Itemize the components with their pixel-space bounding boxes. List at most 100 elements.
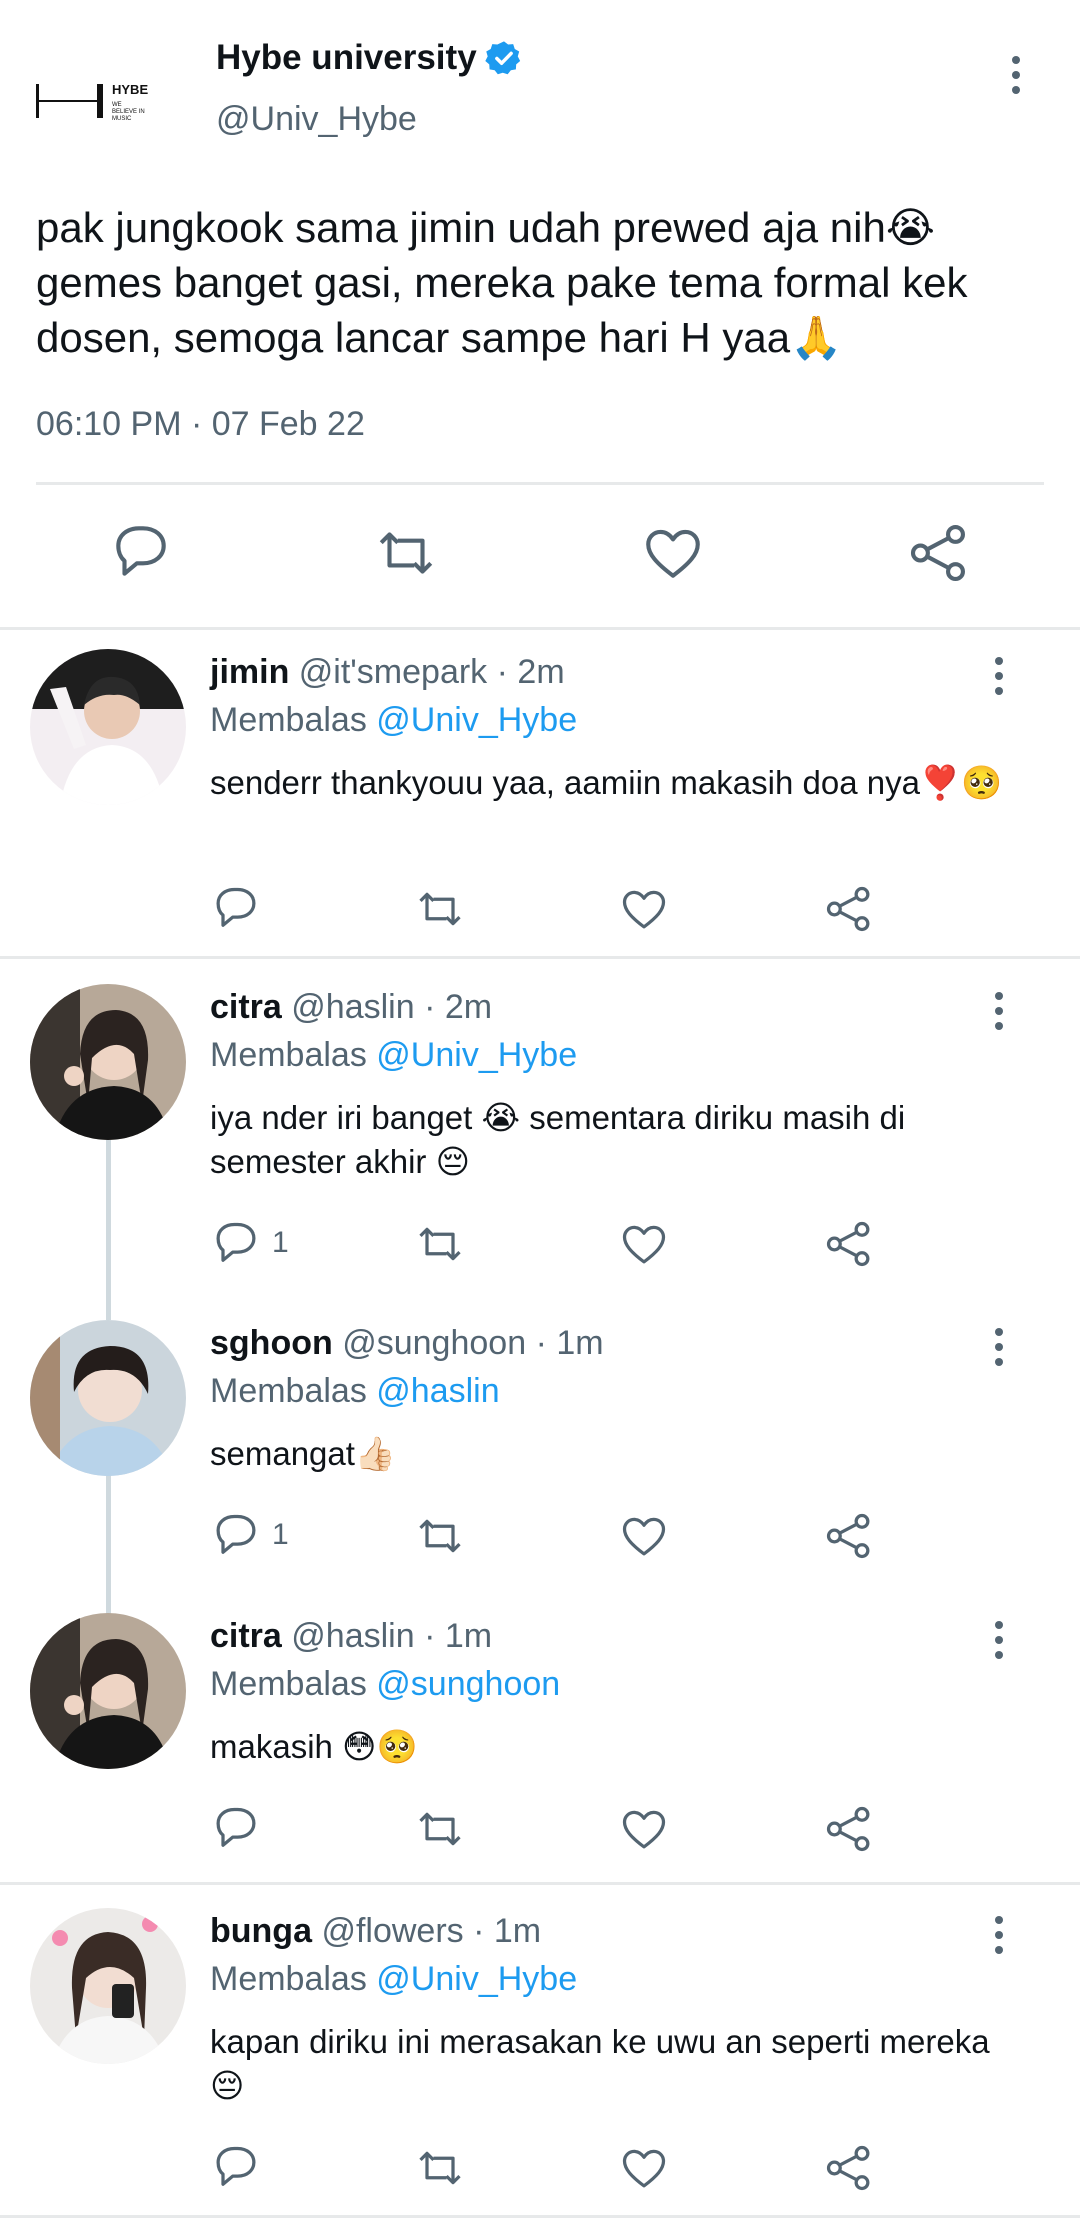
reply-text: semangat👍🏻	[210, 1435, 397, 1472]
reply-time: · 1m	[473, 1912, 542, 1950]
avatar-label: HYBE	[112, 82, 148, 97]
reply-mention-link[interactable]: @sunghoon	[376, 1665, 560, 1703]
replying-to-label: Membalas	[210, 1665, 367, 1703]
reply-count: 1	[272, 1518, 289, 1551]
verified-badge-icon	[484, 41, 520, 75]
tweet-timestamp[interactable]: 06:10 PM · 07 Feb 22	[36, 405, 365, 444]
retweet-icon[interactable]	[414, 1803, 466, 1855]
replying-to: Membalas @Univ_Hybe	[210, 1960, 577, 1999]
reply-header: jimin @it'smepark · 2m	[210, 653, 565, 692]
reply-actions	[0, 2142, 1080, 2194]
replying-to: Membalas @Univ_Hybe	[210, 701, 577, 740]
author-handle[interactable]: @Univ_Hybe	[216, 100, 417, 139]
avatar[interactable]	[30, 1320, 186, 1476]
like-icon[interactable]	[618, 1218, 670, 1270]
reply-time: · 2m	[496, 653, 565, 691]
hybe-logo-avatar[interactable]: HYBE WE BELIEVE IN MUSIC	[28, 70, 178, 130]
reply-count: 1	[272, 1226, 289, 1259]
reply-header: citra @haslin · 2m	[210, 988, 492, 1027]
share-icon[interactable]	[823, 2142, 875, 2194]
reply-author-handle[interactable]: @haslin	[291, 1617, 414, 1655]
retweet-icon[interactable]	[414, 1510, 466, 1562]
reply-item[interactable]: bunga @flowers · 1m Membalas @Univ_Hybe …	[0, 1888, 1080, 2218]
replying-to-label: Membalas	[210, 701, 367, 739]
divider	[36, 482, 1044, 485]
reply-item[interactable]: citra @haslin · 1m Membalas @sunghoon ma…	[0, 1585, 1080, 1885]
reply-text: kapan diriku ini merasakan ke uwu an sep…	[210, 2023, 990, 2104]
retweet-icon[interactable]	[414, 883, 466, 935]
more-options-icon[interactable]	[989, 1621, 1009, 1659]
reply-author-name[interactable]: citra	[210, 988, 282, 1026]
replying-to-label: Membalas	[210, 1960, 367, 1998]
reply-actions	[0, 1803, 1080, 1855]
retweet-icon[interactable]	[414, 2142, 466, 2194]
like-icon[interactable]	[640, 520, 706, 586]
more-options-icon[interactable]	[989, 1328, 1009, 1366]
reply-icon[interactable]	[210, 1510, 262, 1562]
reply-item[interactable]: sghoon @sunghoon · 1m Membalas @haslin s…	[0, 1292, 1080, 1585]
reply-author-name[interactable]: bunga	[210, 1912, 312, 1950]
reply-time: · 1m	[424, 1617, 493, 1655]
like-icon[interactable]	[618, 1510, 670, 1562]
reply-actions: 1	[0, 1510, 1080, 1562]
author-name-row[interactable]: Hybe university	[216, 38, 523, 78]
replying-to: Membalas @Univ_Hybe	[210, 1036, 577, 1075]
reply-author-handle[interactable]: @flowers	[321, 1912, 463, 1950]
svg-text:MUSIC: MUSIC	[112, 116, 132, 122]
reply-icon[interactable]	[210, 1218, 262, 1270]
reply-text: iya nder iri banget 😭 sementara diriku m…	[210, 1099, 906, 1180]
more-options-icon[interactable]	[989, 1916, 1009, 1954]
like-icon[interactable]	[618, 2142, 670, 2194]
reply-text: senderr thankyouu yaa, aamiin makasih do…	[210, 764, 1003, 801]
tweet-text: pak jungkook sama jimin udah prewed aja …	[36, 204, 968, 361]
share-icon[interactable]	[823, 1218, 875, 1270]
replying-to: Membalas @sunghoon	[210, 1665, 560, 1704]
reply-mention-link[interactable]: @Univ_Hybe	[376, 1036, 577, 1074]
tweet-actions	[0, 520, 1080, 590]
replying-to: Membalas @haslin	[210, 1372, 500, 1411]
reply-item[interactable]: citra @haslin · 2m Membalas @Univ_Hybe i…	[0, 962, 1080, 1292]
reply-author-handle[interactable]: @haslin	[291, 988, 414, 1026]
reply-item[interactable]: jimin @it'smepark · 2m Membalas @Univ_Hy…	[0, 633, 1080, 959]
reply-mention-link[interactable]: @Univ_Hybe	[376, 701, 577, 739]
avatar[interactable]	[30, 1613, 186, 1769]
more-options-icon[interactable]	[1006, 56, 1026, 94]
avatar[interactable]	[30, 1908, 186, 2064]
share-icon[interactable]	[823, 1803, 875, 1855]
reply-mention-link[interactable]: @haslin	[376, 1372, 499, 1410]
reply-mention-link[interactable]: @Univ_Hybe	[376, 1960, 577, 1998]
like-icon[interactable]	[618, 1803, 670, 1855]
reply-author-name[interactable]: sghoon	[210, 1324, 333, 1362]
avatar[interactable]	[30, 649, 186, 805]
more-options-icon[interactable]	[989, 657, 1009, 695]
reply-actions: 1	[0, 1218, 1080, 1270]
reply-icon[interactable]	[108, 520, 174, 586]
reply-icon[interactable]	[210, 2142, 262, 2194]
more-options-icon[interactable]	[989, 992, 1009, 1030]
reply-author-handle[interactable]: @sunghoon	[342, 1324, 526, 1362]
avatar[interactable]	[30, 984, 186, 1140]
author-name[interactable]: Hybe university	[216, 38, 477, 78]
share-icon[interactable]	[823, 883, 875, 935]
reply-author-handle[interactable]: @it'smepark	[299, 653, 487, 691]
like-icon[interactable]	[618, 883, 670, 935]
svg-text:BELIEVE IN: BELIEVE IN	[112, 109, 145, 115]
replying-to-label: Membalas	[210, 1036, 367, 1074]
reply-text: makasih 😳🥺	[210, 1728, 418, 1765]
main-tweet: HYBE WE BELIEVE IN MUSIC Hybe university…	[0, 0, 1080, 630]
reply-time: · 2m	[424, 988, 493, 1026]
reply-actions	[0, 883, 1080, 935]
reply-icon[interactable]	[210, 1803, 262, 1855]
reply-header: sghoon @sunghoon · 1m	[210, 1324, 604, 1363]
reply-icon[interactable]	[210, 883, 262, 935]
reply-header: bunga @flowers · 1m	[210, 1912, 541, 1951]
retweet-icon[interactable]	[414, 1218, 466, 1270]
reply-author-name[interactable]: citra	[210, 1617, 282, 1655]
reply-author-name[interactable]: jimin	[210, 653, 289, 691]
share-icon[interactable]	[823, 1510, 875, 1562]
retweet-icon[interactable]	[373, 520, 439, 586]
svg-text:WE: WE	[112, 102, 122, 108]
share-icon[interactable]	[906, 520, 972, 586]
replying-to-label: Membalas	[210, 1372, 367, 1410]
reply-header: citra @haslin · 1m	[210, 1617, 492, 1656]
